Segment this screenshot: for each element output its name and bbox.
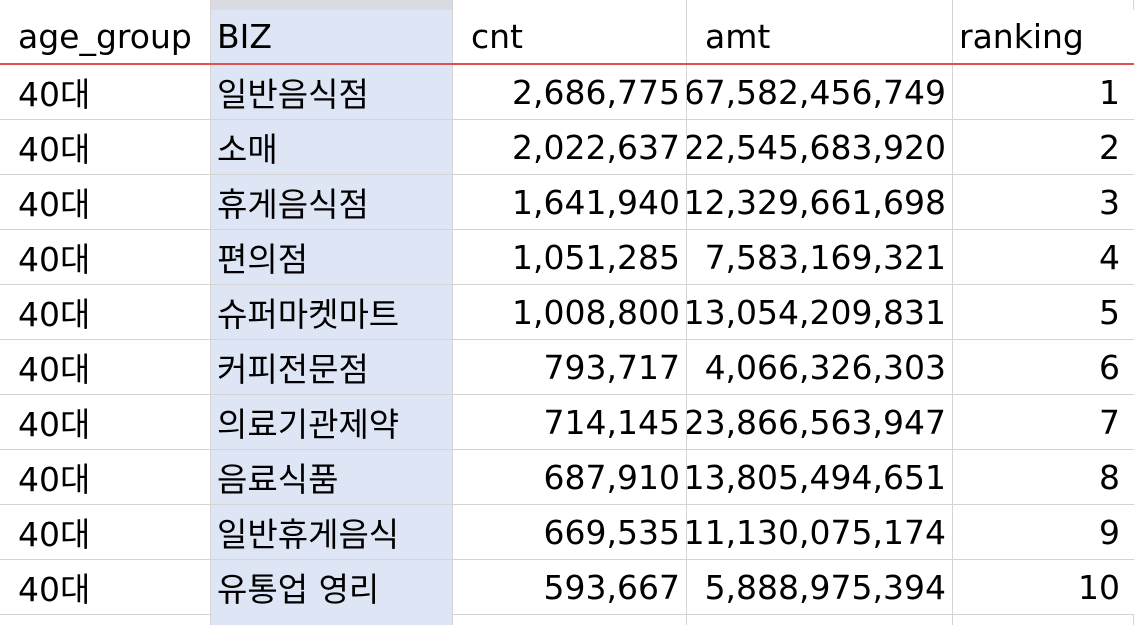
cell-age-group[interactable]: 40대 <box>0 120 211 174</box>
cell-ranking[interactable]: 8 <box>953 450 1134 504</box>
cell-age-group[interactable]: 40대 <box>0 65 211 119</box>
cell-ranking[interactable]: 5 <box>953 285 1134 339</box>
cell-biz[interactable]: 일반휴게음식 <box>211 505 453 559</box>
cell-amt[interactable]: 22,545,683,920 <box>687 120 953 174</box>
cell-cnt[interactable]: 2,022,637 <box>453 120 687 174</box>
column-header-c[interactable] <box>453 0 687 10</box>
header-amt[interactable]: amt <box>687 10 953 63</box>
cell-amt[interactable]: 23,866,563,947 <box>687 395 953 449</box>
cell-amt[interactable]: 7,583,169,321 <box>687 230 953 284</box>
cell-amt[interactable]: 11,130,075,174 <box>687 505 953 559</box>
table-row: 40대 소매 2,022,637 22,545,683,920 2 <box>0 120 1134 175</box>
table-row: 40대 편의점 1,051,285 7,583,169,321 4 <box>0 230 1134 285</box>
cell-ranking[interactable]: 4 <box>953 230 1134 284</box>
cell-age-group[interactable]: 40대 <box>0 175 211 229</box>
cell-amt[interactable]: 12,329,661,698 <box>687 175 953 229</box>
cell-age-group[interactable]: 40대 <box>0 230 211 284</box>
cell-ranking[interactable]: 2 <box>953 120 1134 174</box>
cell-ranking[interactable]: 9 <box>953 505 1134 559</box>
cell-ranking[interactable]: 6 <box>953 340 1134 394</box>
header-ranking[interactable]: ranking <box>953 10 1134 63</box>
cell-ranking[interactable]: 7 <box>953 395 1134 449</box>
table-row: 40대 일반음식점 2,686,775 67,582,456,749 1 <box>0 65 1134 120</box>
cell-amt[interactable]: 5,888,975,394 <box>687 560 953 614</box>
cell-biz[interactable]: 의료기관제약 <box>211 395 453 449</box>
header-biz[interactable]: BIZ <box>211 10 453 63</box>
cell-ranking[interactable]: 3 <box>953 175 1134 229</box>
cell-cnt[interactable]: 714,145 <box>453 395 687 449</box>
cell-biz[interactable]: 커피전문점 <box>211 340 453 394</box>
cell-age-group[interactable]: 40대 <box>0 450 211 504</box>
cell-cnt[interactable]: 1,051,285 <box>453 230 687 284</box>
table-row: 40대 음료식품 687,910 13,805,494,651 8 <box>0 450 1134 505</box>
cell-cnt[interactable]: 593,667 <box>453 560 687 614</box>
cell-biz[interactable]: 소매 <box>211 120 453 174</box>
header-cnt[interactable]: cnt <box>453 10 687 63</box>
cell-amt[interactable]: 13,805,494,651 <box>687 450 953 504</box>
column-header-b[interactable] <box>211 0 453 10</box>
column-header-strip <box>0 0 1134 10</box>
cell-biz[interactable]: 유통업 영리 <box>211 560 453 614</box>
column-header-e[interactable] <box>953 0 1134 10</box>
cell-cnt[interactable]: 2,686,775 <box>453 65 687 119</box>
cell-biz[interactable]: 휴게음식점 <box>211 175 453 229</box>
header-age-group[interactable]: age_group <box>0 10 211 63</box>
cell-ranking[interactable]: 10 <box>953 560 1134 614</box>
data-grid[interactable]: age_group BIZ cnt amt ranking 40대 일반음식점 2,… <box>0 0 1134 625</box>
cell-biz[interactable]: 편의점 <box>211 230 453 284</box>
cell-age-group[interactable]: 40대 <box>0 340 211 394</box>
table-row: 40대 유통업 영리 593,667 5,888,975,394 10 <box>0 560 1134 615</box>
table-row: 40대 의료기관제약 714,145 23,866,563,947 7 <box>0 395 1134 450</box>
cell-cnt[interactable]: 793,717 <box>453 340 687 394</box>
cell-age-group[interactable]: 40대 <box>0 285 211 339</box>
header-row: age_group BIZ cnt amt ranking <box>0 10 1134 65</box>
cell-amt[interactable]: 4,066,326,303 <box>687 340 953 394</box>
cell-amt[interactable]: 13,054,209,831 <box>687 285 953 339</box>
table-row: 40대 슈퍼마켓마트 1,008,800 13,054,209,831 5 <box>0 285 1134 340</box>
cell-cnt[interactable]: 1,008,800 <box>453 285 687 339</box>
cell-age-group[interactable]: 40대 <box>0 395 211 449</box>
column-header-a[interactable] <box>0 0 211 10</box>
cell-age-group[interactable]: 40대 <box>0 505 211 559</box>
cell-cnt[interactable]: 1,641,940 <box>453 175 687 229</box>
cell-cnt[interactable]: 687,910 <box>453 450 687 504</box>
partial-row <box>0 614 1134 625</box>
table-row: 40대 일반휴게음식 669,535 11,130,075,174 9 <box>0 505 1134 560</box>
table-row: 40대 휴게음식점 1,641,940 12,329,661,698 3 <box>0 175 1134 230</box>
cell-biz[interactable]: 일반음식점 <box>211 65 453 119</box>
cell-age-group[interactable]: 40대 <box>0 560 211 614</box>
table-row: 40대 커피전문점 793,717 4,066,326,303 6 <box>0 340 1134 395</box>
cell-biz[interactable]: 슈퍼마켓마트 <box>211 285 453 339</box>
cell-ranking[interactable]: 1 <box>953 65 1134 119</box>
cell-cnt[interactable]: 669,535 <box>453 505 687 559</box>
cell-biz[interactable]: 음료식품 <box>211 450 453 504</box>
cell-amt[interactable]: 67,582,456,749 <box>687 65 953 119</box>
column-header-d[interactable] <box>687 0 953 10</box>
